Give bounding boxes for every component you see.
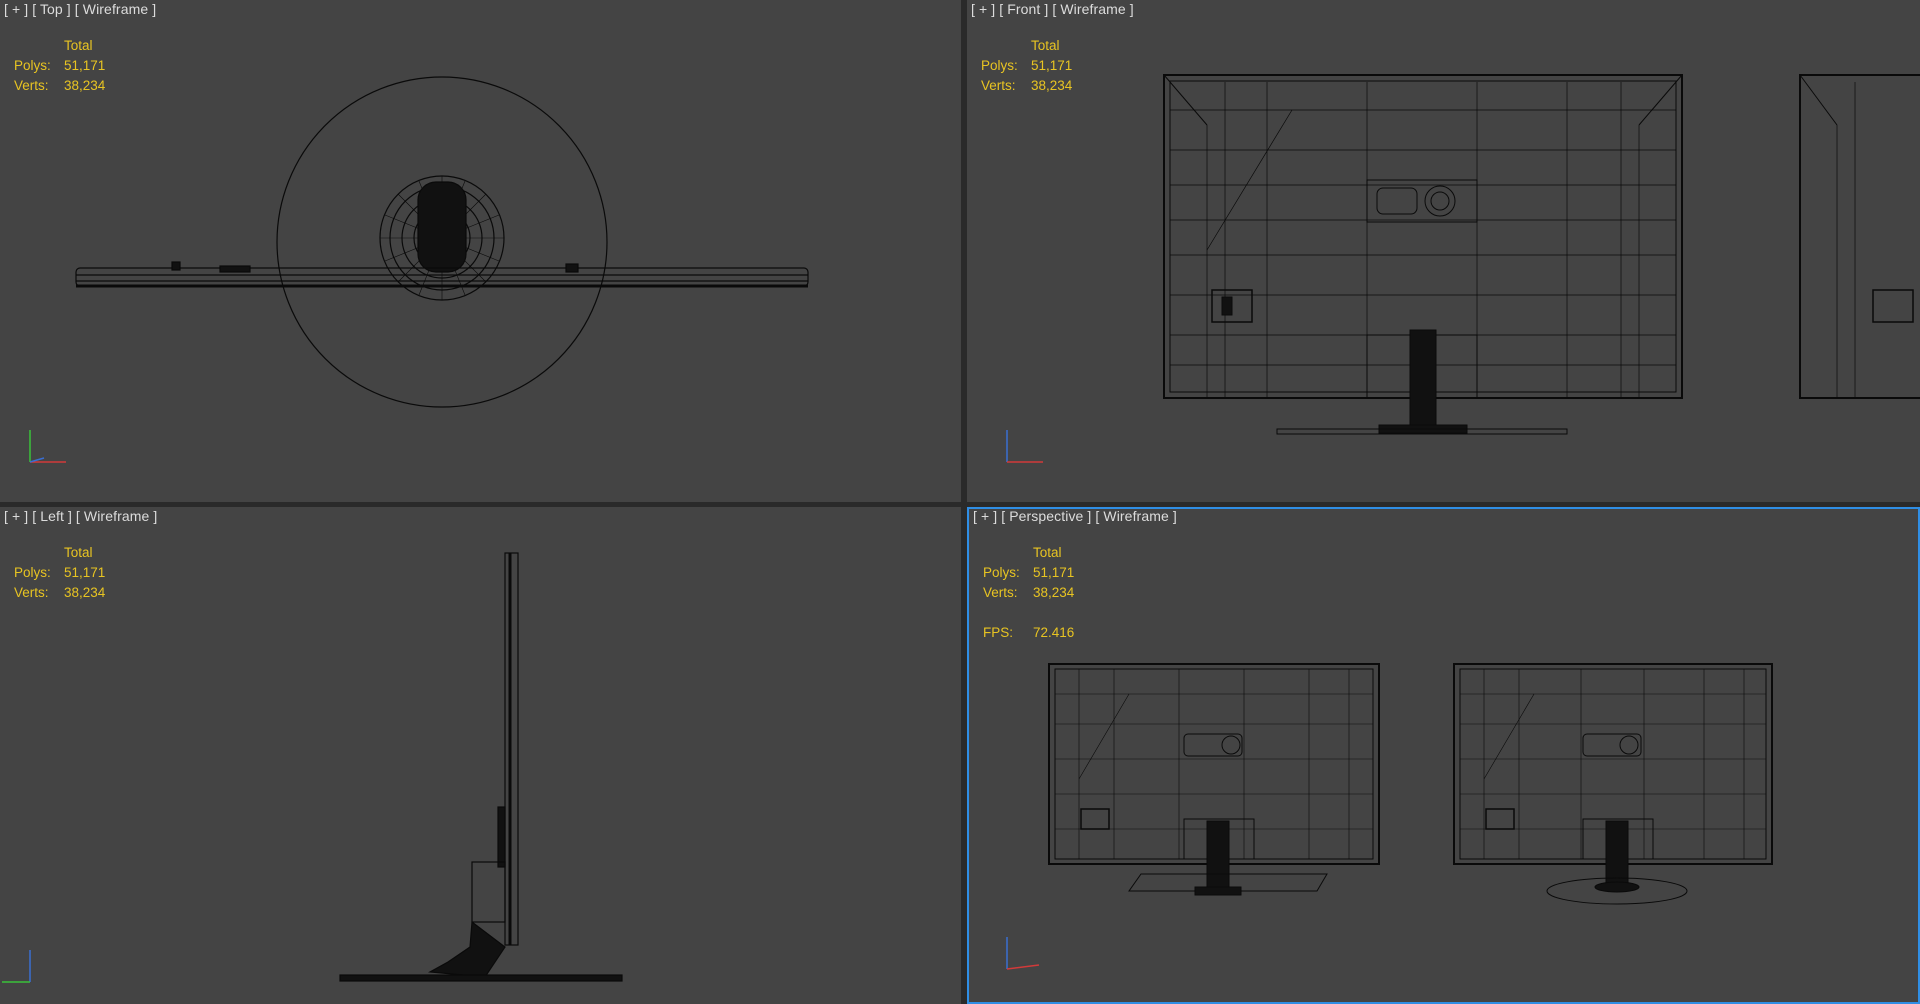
wireframe-scene-top — [75, 76, 809, 408]
axis-gizmo-perspective — [1006, 937, 1040, 970]
wireframe-scene-perspective — [1048, 663, 1773, 905]
wireframe-scene-front — [1163, 74, 1920, 435]
stand-base-side — [339, 974, 623, 982]
tv-model-1 — [1048, 663, 1380, 896]
stand-mount-side — [471, 861, 506, 923]
viewport-front[interactable]: [ + ] [ Front ] [ Wireframe ] Total Poly… — [967, 0, 1920, 502]
viewport-perspective[interactable]: [ + ] [ Perspective ] [ Wireframe ] Tota… — [967, 507, 1920, 1004]
wireframe-scene-left — [339, 552, 623, 982]
axis-gizmo-top — [29, 430, 66, 463]
tv-model-2 — [1453, 663, 1773, 905]
tv-back-outline-duplicate — [1799, 74, 1920, 399]
stand-neck-side — [428, 920, 506, 978]
axis-gizmo-left — [2, 950, 31, 983]
viewport-left[interactable]: [ + ] [ Left ] [ Wireframe ] Total Polys… — [0, 507, 961, 1004]
viewport-grid: [ + ] [ Top ] [ Wireframe ] Total Polys:… — [0, 0, 1920, 1004]
stand-neck — [1409, 329, 1437, 426]
stand-neck — [417, 181, 467, 273]
logo-plate — [1366, 179, 1478, 223]
axis-gizmo-front — [1006, 430, 1043, 463]
viewport-top[interactable]: [ + ] [ Top ] [ Wireframe ] Total Polys:… — [0, 0, 961, 502]
